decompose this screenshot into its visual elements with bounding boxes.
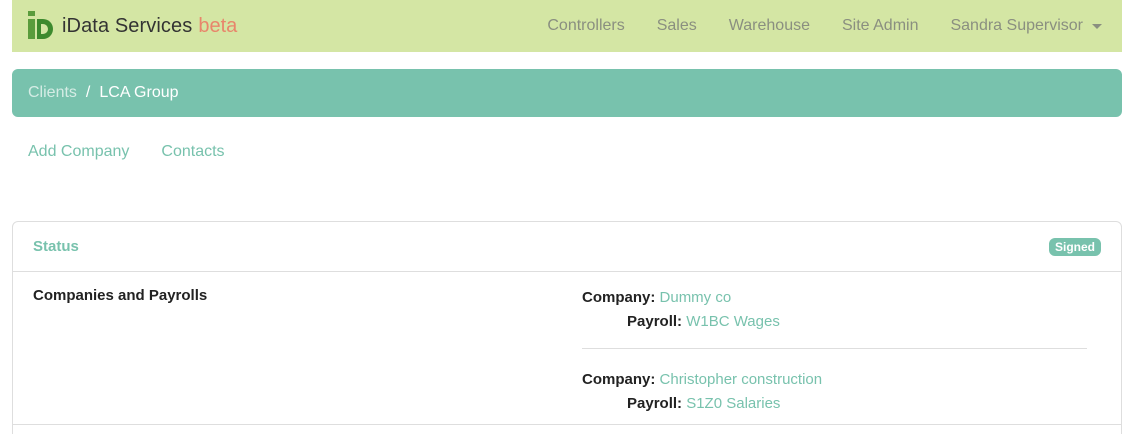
breadcrumb: Clients / LCA Group [12, 69, 1122, 117]
company-link[interactable]: Dummy co [660, 289, 732, 306]
row-divider [13, 424, 1121, 425]
user-name: Sandra Supervisor [950, 17, 1083, 34]
nav-warehouse[interactable]: Warehouse [729, 17, 810, 35]
brand-name: iData Services [62, 14, 193, 37]
add-company-link[interactable]: Add Company [28, 143, 129, 161]
card-header: Status Signed [13, 222, 1121, 272]
idata-logo-icon [28, 11, 53, 39]
brand[interactable]: iData Services beta [28, 11, 237, 41]
nav-sales[interactable]: Sales [657, 17, 697, 35]
card-title: Status [33, 238, 79, 255]
status-card: Status Signed Companies and Payrolls Com… [12, 221, 1122, 434]
company-link[interactable]: Christopher construction [660, 371, 823, 388]
nav-site-admin[interactable]: Site Admin [842, 17, 918, 35]
beta-label: beta [198, 14, 238, 37]
company-line: Company: Dummy co [582, 286, 1087, 310]
companies-payrolls-label: Companies and Payrolls [33, 287, 208, 304]
payroll-link[interactable]: W1BC Wages [686, 313, 780, 330]
payroll-line: Payroll: S1Z0 Salaries [582, 392, 1087, 416]
payroll-line: Payroll: W1BC Wages [582, 310, 1087, 334]
status-badge: Signed [1048, 237, 1101, 256]
contacts-link[interactable]: Contacts [161, 143, 224, 161]
breadcrumb-separator: / [85, 84, 91, 101]
client-subnav: Add Company Contacts [28, 143, 257, 161]
nav-controllers[interactable]: Controllers [547, 17, 624, 35]
nav-links: Controllers Sales Warehouse Site Admin S… [515, 0, 1102, 52]
company-list: Company: Dummy co Payroll: W1BC Wages Co… [582, 286, 1087, 430]
breadcrumb-clients-link[interactable]: Clients [28, 84, 77, 102]
chevron-down-icon [1092, 23, 1102, 29]
company-label: Company: [582, 371, 656, 388]
company-line: Company: Christopher construction [582, 368, 1087, 392]
breadcrumb-current: LCA Group [99, 84, 179, 101]
company-label: Company: [582, 289, 656, 306]
user-menu-dropdown[interactable]: Sandra Supervisor [950, 17, 1102, 35]
company-entry: Company: Dummy co Payroll: W1BC Wages [582, 286, 1087, 348]
payroll-label: Payroll: [627, 313, 683, 330]
payroll-label: Payroll: [627, 395, 683, 412]
top-navbar: iData Services beta Controllers Sales Wa… [12, 0, 1122, 52]
payroll-link[interactable]: S1Z0 Salaries [686, 395, 780, 412]
company-entry: Company: Christopher construction Payrol… [582, 348, 1087, 430]
